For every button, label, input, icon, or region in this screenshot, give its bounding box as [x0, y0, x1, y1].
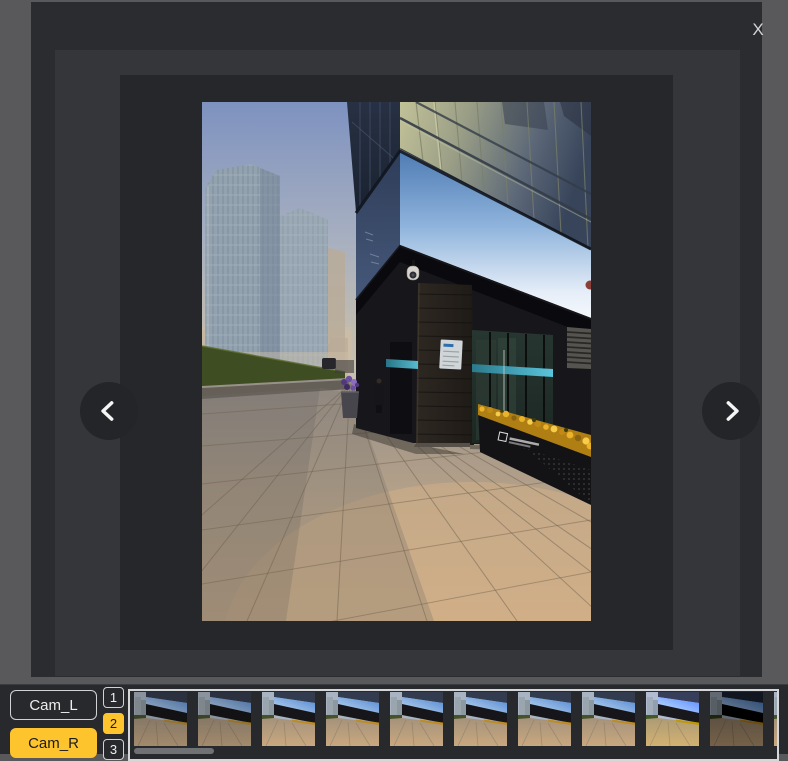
thumbnail-image: [390, 692, 443, 746]
chevron-right-icon: [718, 396, 744, 426]
page-badge-label: 1: [110, 690, 117, 705]
thumbnail[interactable]: [518, 692, 571, 746]
camera-select-button[interactable]: Cam_L: [10, 690, 97, 720]
strip-scrollbar[interactable]: [134, 748, 214, 754]
camera-button-label: Cam_L: [29, 697, 77, 714]
thumbnail-image: [326, 692, 379, 746]
thumbnail-image: [454, 692, 507, 746]
viewer-panel: [55, 50, 740, 676]
page-badge[interactable]: 2: [103, 713, 124, 734]
screen: { "lightbox": { "close_label": "X", "ico…: [0, 0, 788, 754]
photo-vent-grille: [567, 327, 591, 369]
thumbnail[interactable]: [390, 692, 443, 746]
thumbnail-image: [646, 692, 699, 746]
next-button[interactable]: [702, 382, 760, 440]
thumbnail-image: [582, 692, 635, 746]
thumbnail-image: [198, 692, 251, 746]
main-photo: [202, 102, 591, 621]
thumbnail-strip: [128, 689, 779, 761]
thumbnail[interactable]: [582, 692, 635, 746]
thumbnail-image: [134, 692, 187, 746]
prev-button[interactable]: [80, 382, 138, 440]
page-badge-label: 3: [110, 742, 117, 757]
thumbnail[interactable]: [454, 692, 507, 746]
page-badge[interactable]: 1: [103, 687, 124, 708]
camera-button-label: Cam_R: [28, 735, 79, 752]
thumbnail[interactable]: [326, 692, 379, 746]
filmstrip-panel: Cam_L Cam_R 1 2 3: [0, 684, 788, 754]
close-icon[interactable]: X: [743, 16, 773, 44]
thumbnail[interactable]: [774, 692, 779, 746]
thumbnail[interactable]: [646, 692, 699, 746]
page-badge[interactable]: 3: [103, 739, 124, 760]
thumbnail-image: [710, 692, 763, 746]
thumbnail[interactable]: [710, 692, 763, 746]
thumbnail[interactable]: [262, 692, 315, 746]
camera-buttons: Cam_L Cam_R: [10, 690, 97, 758]
thumbnail-list: [130, 691, 777, 746]
image-frame: [120, 75, 673, 650]
thumbnail-image: [774, 692, 779, 746]
chevron-left-icon: [96, 396, 122, 426]
thumbnail-image: [518, 692, 571, 746]
thumbnail-image: [262, 692, 315, 746]
page-badges: 1 2 3: [103, 687, 124, 760]
thumbnail[interactable]: [198, 692, 251, 746]
photo-sign-plaque: [439, 339, 462, 369]
thumbnail[interactable]: [134, 692, 187, 746]
page-badge-label: 2: [110, 716, 117, 731]
lightbox-modal: X: [31, 2, 762, 677]
